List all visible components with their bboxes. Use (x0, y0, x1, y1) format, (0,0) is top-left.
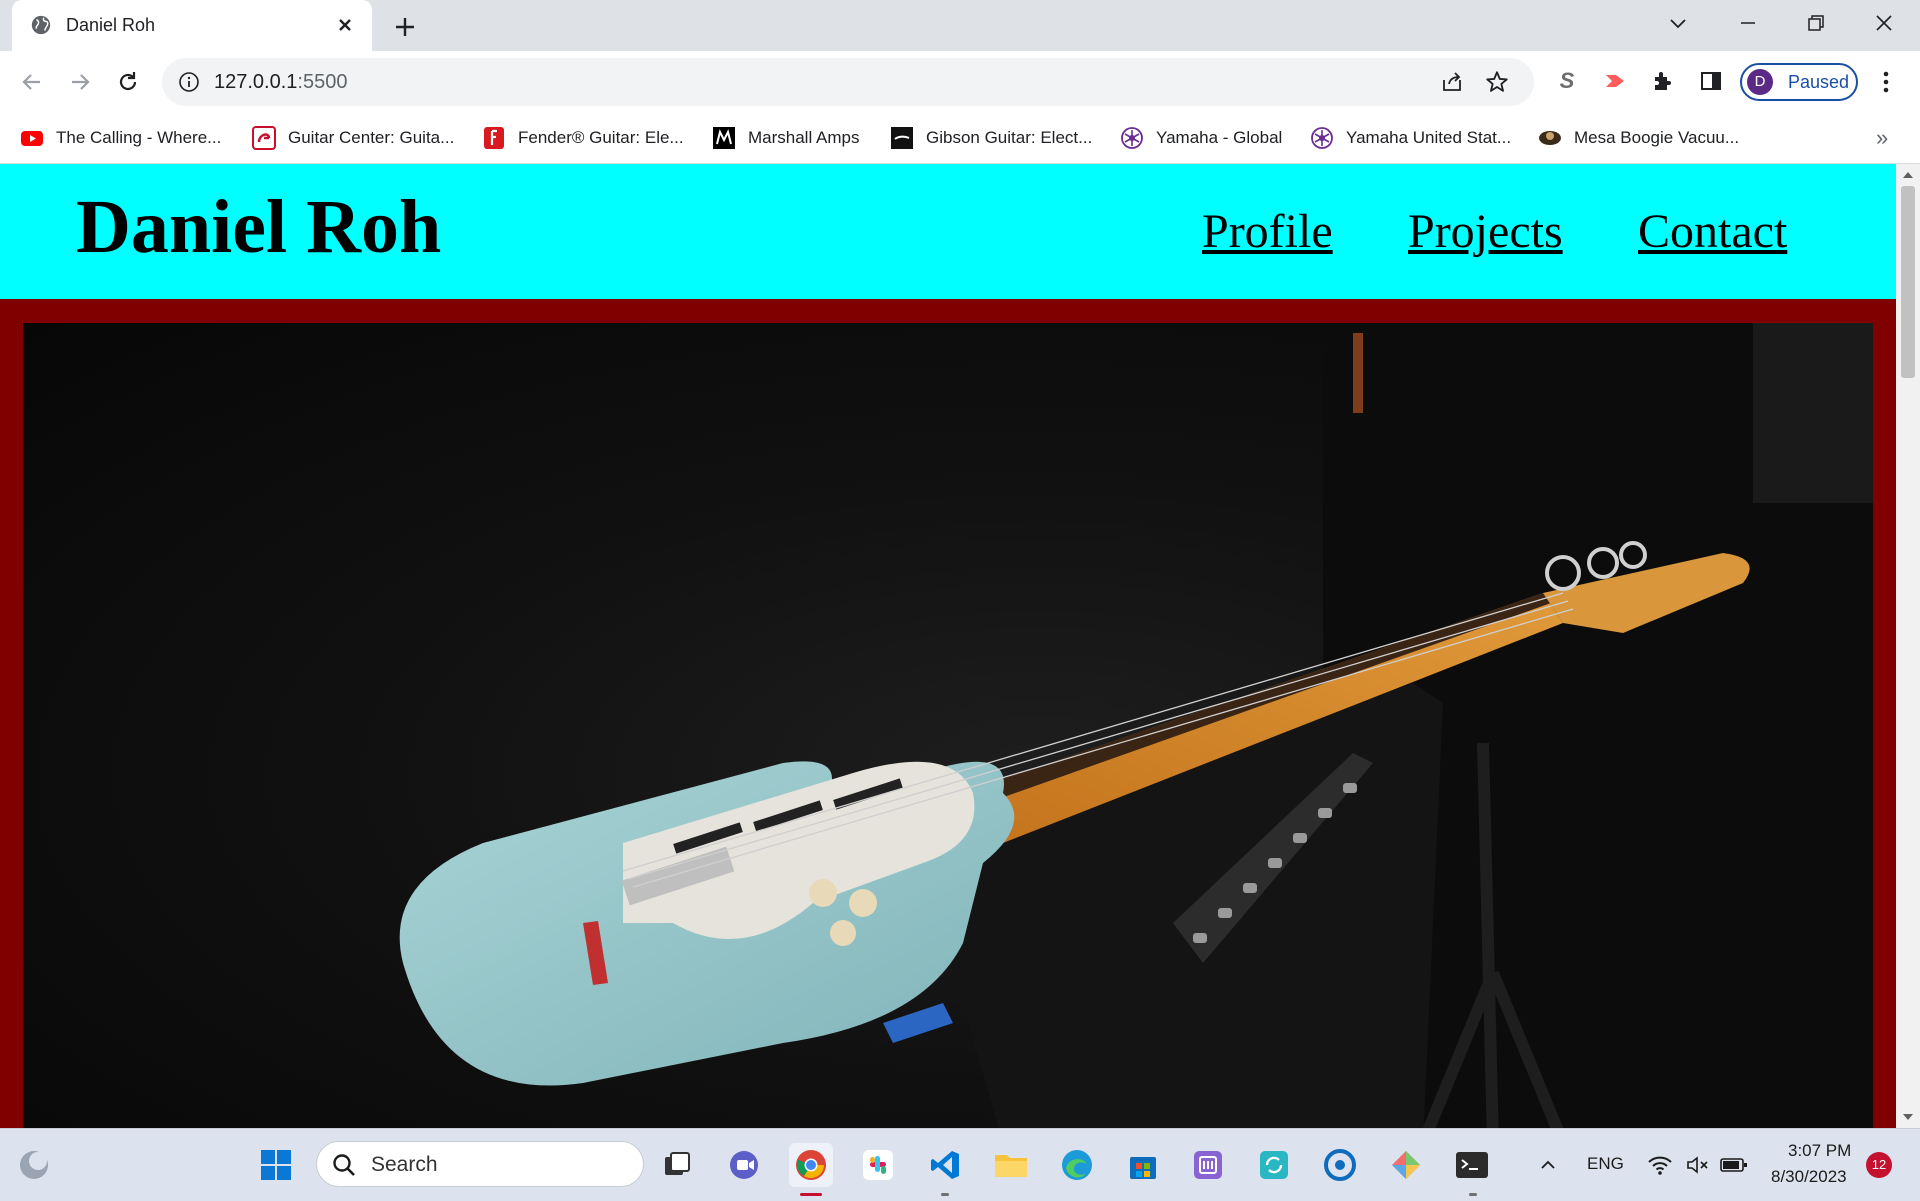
start-windows-icon[interactable] (254, 1143, 298, 1187)
bookmark-item[interactable]: The Calling - Where... (20, 125, 221, 151)
teams-chat-icon[interactable] (722, 1143, 766, 1187)
bookmark-item[interactable]: Guitar Center: Guita... (252, 125, 454, 151)
show-hidden-icons-chevron-icon[interactable] (1528, 1143, 1568, 1187)
site-info-icon[interactable] (178, 71, 200, 93)
yamaha-icon (1311, 127, 1333, 149)
file-explorer-icon[interactable] (989, 1143, 1033, 1187)
cortana-circle-icon[interactable] (1318, 1143, 1362, 1187)
bookmark-item[interactable]: Gibson Guitar: Elect... (890, 125, 1092, 151)
wifi-icon[interactable] (1642, 1143, 1678, 1187)
tab-strip: Daniel Roh (0, 0, 1920, 51)
guitar-illustration (399, 323, 1873, 1128)
youtube-icon (21, 131, 43, 146)
bookmark-label: Marshall Amps (748, 128, 860, 147)
search-icon (333, 1154, 355, 1176)
extensions-puzzle-icon[interactable] (1648, 66, 1678, 96)
restore-icon[interactable] (1798, 8, 1834, 38)
back-icon[interactable] (14, 64, 50, 100)
yamaha-icon (1121, 127, 1143, 149)
url-port: :5500 (297, 71, 348, 93)
side-panel-icon[interactable] (1696, 66, 1726, 96)
tab-search-icon[interactable] (1660, 8, 1696, 38)
terminal-icon[interactable] (1450, 1143, 1494, 1187)
git-kraken-icon[interactable] (1384, 1143, 1428, 1187)
bookmark-item[interactable]: Mesa Boogie Vacuu... (1538, 125, 1739, 151)
mesa-boogie-icon (1539, 131, 1561, 145)
marshall-icon (713, 127, 735, 149)
url-host: 127.0.0.1 (214, 71, 298, 93)
bookmark-label: Mesa Boogie Vacuu... (1574, 128, 1740, 147)
bookmark-label: Yamaha United Stat... (1346, 128, 1512, 147)
vscode-icon[interactable] (923, 1143, 967, 1187)
search-placeholder: Search (371, 1153, 438, 1176)
battery-icon[interactable] (1716, 1143, 1752, 1187)
gibson-icon (891, 127, 913, 149)
scroll-down-icon[interactable] (1902, 1112, 1914, 1122)
vscode-running-indicator (941, 1193, 949, 1196)
scroll-up-icon[interactable] (1902, 170, 1914, 180)
extension-cast-icon[interactable] (1600, 66, 1630, 96)
microsoft-store-icon[interactable] (1121, 1143, 1165, 1187)
bookmark-label: Fender® Guitar: Ele... (518, 128, 684, 147)
more-menu-icon[interactable] (1876, 67, 1896, 97)
tab-title: Daniel Roh (66, 15, 156, 35)
globe-icon (31, 15, 51, 35)
weather-widget-icon[interactable] (12, 1143, 56, 1187)
language-indicator[interactable]: ENG (1587, 1154, 1624, 1174)
bookmark-label: The Calling - Where... (56, 128, 222, 147)
nav-link-profile[interactable]: Profile (1202, 204, 1333, 259)
fender-icon (484, 127, 504, 149)
bookmark-item[interactable]: Marshall Amps (712, 125, 859, 151)
chrome-active-indicator (800, 1193, 822, 1196)
windows-taskbar: Search ENG 3:07 PM 8/30/2023 12 (0, 1128, 1920, 1201)
site-header: Daniel Roh Profile Projects Contact (0, 164, 1896, 299)
forward-icon[interactable] (62, 64, 98, 100)
bookmarks-overflow-icon[interactable]: » (1876, 125, 1888, 151)
bookmark-item[interactable]: Yamaha United Stat... (1310, 125, 1511, 151)
bookmark-label: Guitar Center: Guita... (288, 128, 455, 147)
clock-time[interactable]: 3:07 PM (1788, 1141, 1851, 1161)
task-view-icon[interactable] (655, 1143, 699, 1187)
browser-tab[interactable]: Daniel Roh (12, 0, 372, 51)
browser-toolbar: 127.0.0.1:5500 S D Paused (0, 51, 1920, 113)
nav-link-contact[interactable]: Contact (1638, 204, 1787, 259)
profile-button[interactable]: D Paused (1740, 63, 1858, 101)
bookmark-item[interactable]: Fender® Guitar: Ele... (482, 125, 684, 151)
nav-link-projects[interactable]: Projects (1408, 204, 1563, 259)
bookmark-star-icon[interactable] (1484, 69, 1510, 95)
clock-date[interactable]: 8/30/2023 (1771, 1167, 1847, 1187)
taskbar-search[interactable]: Search (316, 1141, 644, 1187)
terminal-running-indicator (1469, 1193, 1477, 1196)
bookmark-label: Gibson Guitar: Elect... (926, 128, 1093, 147)
profile-status: Paused (1788, 72, 1850, 92)
hero-guitar-image (23, 323, 1873, 1128)
avatar: D (1747, 69, 1773, 95)
bookmarks-bar: The Calling - Where... Guitar Center: Gu… (0, 113, 1920, 164)
bookmark-label: Yamaha - Global (1156, 128, 1283, 147)
page-viewport: Daniel Roh Profile Projects Contact (0, 164, 1896, 1128)
share-icon[interactable] (1440, 70, 1464, 94)
app-purple-icon[interactable] (1186, 1143, 1230, 1187)
address-bar[interactable]: 127.0.0.1:5500 (162, 58, 1534, 106)
notification-badge[interactable]: 12 (1866, 1152, 1892, 1178)
guitar-center-icon (252, 126, 276, 150)
slack-icon[interactable] (856, 1143, 900, 1187)
edge-icon[interactable] (1055, 1143, 1099, 1187)
close-window-icon[interactable] (1866, 8, 1902, 38)
site-title: Daniel Roh (76, 185, 442, 269)
page-scrollbar[interactable] (1896, 164, 1920, 1128)
minimize-icon[interactable] (1730, 8, 1766, 38)
url-text[interactable]: 127.0.0.1:5500 (214, 71, 347, 94)
close-tab-icon[interactable] (332, 12, 358, 38)
scrollbar-thumb[interactable] (1901, 186, 1915, 378)
new-tab-icon[interactable] (390, 12, 420, 42)
reload-icon[interactable] (110, 64, 146, 100)
bookmark-item[interactable]: Yamaha - Global (1120, 125, 1282, 151)
extension-s-icon[interactable]: S (1552, 66, 1582, 96)
volume-muted-icon[interactable] (1680, 1143, 1716, 1187)
sync-app-icon[interactable] (1252, 1143, 1296, 1187)
chrome-taskbar-icon[interactable] (789, 1143, 833, 1187)
